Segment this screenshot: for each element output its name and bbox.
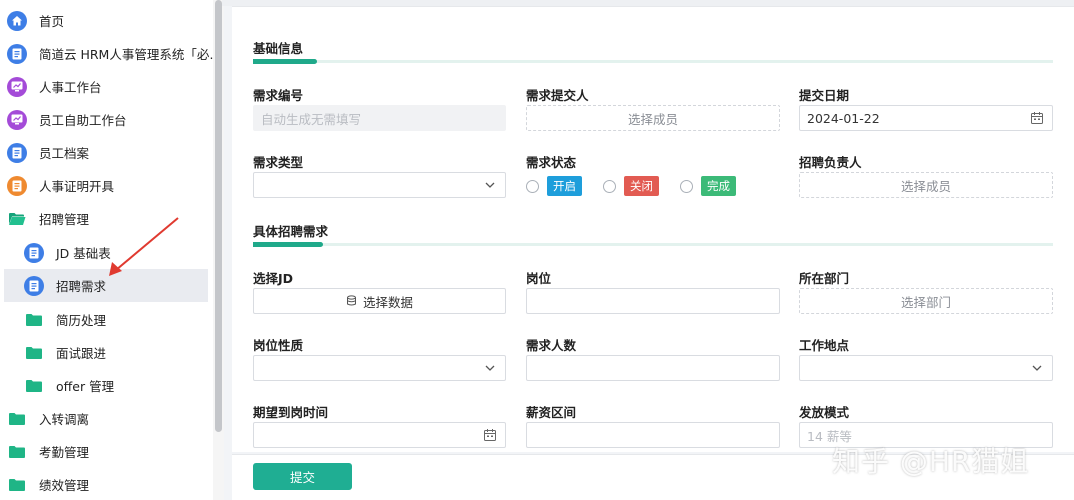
owner-label: 招聘负责人 [799, 155, 862, 170]
status-label: 需求状态 [526, 155, 577, 170]
doc-icon [7, 43, 27, 64]
sidebar-item-onboarding[interactable]: 入转调离 [0, 402, 213, 435]
owner-select-button[interactable]: 选择成员 [799, 172, 1053, 198]
sidebar-item-label: 人事证明开具 [39, 179, 115, 194]
dept-label: 所在部门 [799, 271, 850, 286]
form-card: 基础信息 需求编号 自动生成无需填写 需求提交人 选择成员 提交日期 2024-… [232, 6, 1074, 452]
sidebar-item-performance[interactable]: 绩效管理 [0, 468, 213, 500]
location-select[interactable] [799, 355, 1053, 381]
sidebar-item-label: 招聘管理 [39, 212, 90, 227]
headcount-label: 需求人数 [526, 338, 577, 353]
jd-label: 选择JD [253, 271, 294, 286]
status-tag-open[interactable]: 开启 [547, 176, 582, 196]
section-divider [253, 59, 1053, 64]
doc-icon [7, 175, 27, 196]
dept-select-button[interactable]: 选择部门 [799, 288, 1053, 314]
sidebar-item-label: 员工档案 [39, 146, 90, 161]
folder-icon [7, 409, 27, 429]
location-label: 工作地点 [799, 338, 850, 353]
submitter-select-button[interactable]: 选择成员 [526, 105, 780, 131]
arrival-date-input[interactable] [253, 422, 506, 448]
chevron-down-icon [1032, 365, 1042, 371]
jd-select-button[interactable]: 选择数据 [253, 288, 506, 314]
doc-icon [24, 242, 44, 263]
sidebar-item-hrm-system[interactable]: 简道云 HRM人事管理系统「必… [0, 37, 213, 70]
status-radio-closed[interactable] [603, 179, 616, 193]
nature-select[interactable] [253, 355, 506, 381]
position-label: 岗位 [526, 271, 552, 286]
sidebar-item-interview[interactable]: 面试跟进 [0, 336, 213, 369]
watermark: 知乎 @HR猫姐 [832, 445, 1030, 478]
doc-icon [24, 275, 44, 296]
sidebar-item-label: 简道云 HRM人事管理系统「必… [39, 47, 213, 62]
sidebar-item-label: 绩效管理 [39, 478, 90, 493]
dashboard-icon [7, 109, 27, 130]
sidebar-item-label: 面试跟进 [56, 346, 107, 361]
sidebar-item-self-service[interactable]: 员工自助工作台 [0, 103, 213, 136]
date-label: 提交日期 [799, 88, 850, 103]
section-divider [253, 242, 1053, 247]
sidebar-scrollbar[interactable] [215, 0, 222, 432]
date-input[interactable]: 2024-01-22 [799, 105, 1053, 131]
status-tag-done[interactable]: 完成 [701, 176, 736, 196]
sidebar-item-offer[interactable]: offer 管理 [0, 369, 213, 402]
folder-icon [7, 442, 27, 462]
date-value: 2024-01-22 [807, 110, 880, 126]
sidebar-item-label: 入转调离 [39, 412, 90, 427]
folder-icon [24, 310, 44, 330]
status-radio-done[interactable] [680, 179, 693, 193]
section-title-basic: 基础信息 [253, 41, 304, 56]
folder-icon [24, 376, 44, 396]
folder-open-icon [7, 209, 27, 229]
sidebar-item-home[interactable]: 首页 [0, 4, 213, 37]
chevron-down-icon [485, 182, 495, 188]
req-no-label: 需求编号 [253, 88, 304, 103]
sidebar-item-label: 考勤管理 [39, 445, 90, 460]
headcount-input[interactable] [526, 355, 780, 381]
status-radio-open[interactable] [526, 179, 539, 193]
sidebar-item-label: offer 管理 [56, 379, 115, 394]
req-no-input: 自动生成无需填写 [253, 105, 506, 131]
sidebar-item-attendance[interactable]: 考勤管理 [0, 435, 213, 468]
pay-label: 发放模式 [799, 405, 850, 420]
doc-icon [7, 142, 27, 163]
status-radio-group: 开启 关闭 完成 [526, 176, 757, 196]
salary-input[interactable] [526, 422, 780, 448]
nature-label: 岗位性质 [253, 338, 304, 353]
sidebar-item-label: 简历处理 [56, 313, 107, 328]
type-label: 需求类型 [253, 155, 304, 170]
sidebar-item-certificate[interactable]: 人事证明开具 [0, 169, 213, 202]
folder-icon [24, 343, 44, 363]
status-tag-closed[interactable]: 关闭 [624, 176, 659, 196]
sidebar-item-label: 人事工作台 [39, 80, 102, 95]
sidebar-item-label: 招聘需求 [56, 279, 107, 294]
sidebar-item-label: JD 基础表 [56, 246, 111, 261]
sidebar-item-jd-table[interactable]: JD 基础表 [0, 236, 213, 269]
jd-select-label: 选择数据 [362, 294, 413, 310]
submit-button[interactable]: 提交 [253, 463, 352, 490]
submitter-label: 需求提交人 [526, 88, 589, 103]
home-icon [7, 10, 27, 31]
folder-icon [7, 475, 27, 495]
sidebar: 首页 简道云 HRM人事管理系统「必… 人事工作台 员工自助工作台 员工档案 人… [0, 0, 213, 500]
database-icon [346, 295, 356, 306]
dashboard-icon [7, 76, 27, 97]
sidebar-item-label: 员工自助工作台 [39, 113, 127, 128]
sidebar-item-hr-workbench[interactable]: 人事工作台 [0, 70, 213, 103]
arrival-label: 期望到岗时间 [253, 405, 329, 420]
position-input[interactable] [526, 288, 780, 314]
section-title-detail: 具体招聘需求 [253, 224, 329, 239]
calendar-icon[interactable] [1030, 111, 1044, 125]
sidebar-item-label: 首页 [39, 14, 65, 29]
type-select[interactable] [253, 172, 506, 198]
salary-label: 薪资区间 [526, 405, 577, 420]
chevron-down-icon [485, 365, 495, 371]
sidebar-item-employee-archive[interactable]: 员工档案 [0, 136, 213, 169]
sidebar-item-recruitment[interactable]: 招聘管理 [0, 202, 213, 235]
sidebar-item-resume[interactable]: 简历处理 [0, 303, 213, 336]
sidebar-item-recruit-demand[interactable]: 招聘需求 [4, 269, 208, 302]
calendar-icon[interactable] [483, 428, 497, 442]
